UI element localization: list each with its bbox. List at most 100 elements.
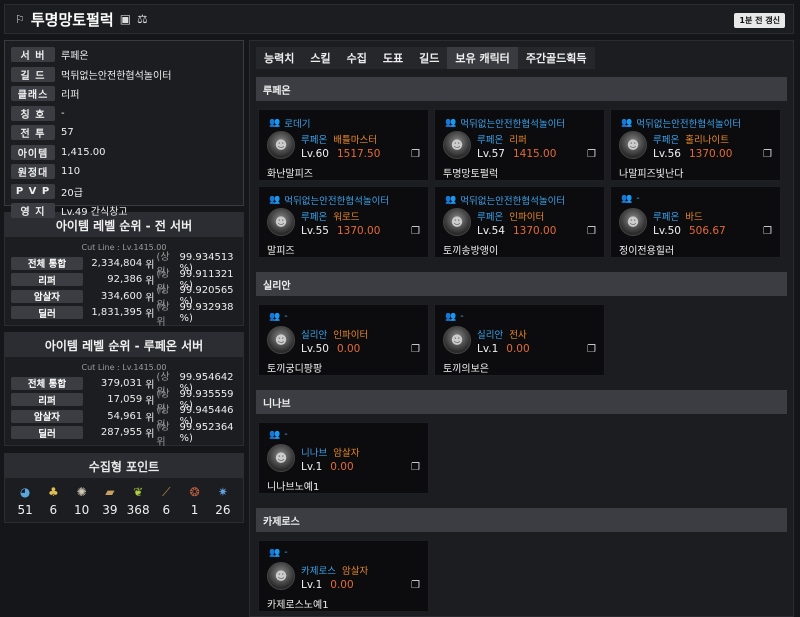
collect-value: 26 — [215, 503, 231, 517]
copy-icon[interactable]: ❐ — [411, 226, 420, 237]
class-name: 바드 — [685, 212, 703, 223]
rank-unit: 위 — [145, 429, 155, 441]
character-card[interactable]: 👥 먹뒤없는안전한협석놀이터 ☻ 루페온 인파이터 Lv.54 1370.00 ❐ 토끼송방앵이 — [434, 186, 605, 258]
character-card[interactable]: 👥 로데기 ☻ 루페온 배틀마스터 Lv.60 1517.50 ❐ 화난말피즈 — [258, 109, 429, 181]
collect-item[interactable]: ❂ 1 — [182, 484, 208, 517]
bookmark-icon[interactable]: ⚐ — [15, 13, 25, 26]
avatar: ☻ — [619, 131, 647, 159]
collect-item[interactable]: ◕ 51 — [12, 484, 38, 517]
info-label: 칭 호 — [11, 105, 55, 121]
rank-label: 리퍼 — [11, 393, 83, 407]
character-name: 토끼의보은 — [443, 364, 489, 375]
card-guild: 👥 - — [445, 311, 464, 322]
collect-item[interactable]: ❦ 368 — [125, 484, 151, 517]
server-section-header: 니나브 — [256, 390, 787, 414]
copy-icon[interactable]: ❐ — [763, 149, 772, 160]
rank-number: 287,955 — [100, 427, 143, 439]
class-name: 전사 — [509, 330, 527, 341]
card-guild: 👥 먹뒤없는안전한협석놀이터 — [445, 193, 565, 207]
info-label: 클래스 — [11, 86, 55, 102]
character-card[interactable]: 👥 - ☻ 실리안 전사 Lv.1 0.00 ❐ 토끼의보은 — [434, 304, 605, 376]
info-row: 원정대 110 — [11, 162, 237, 182]
copy-icon[interactable]: ❐ — [763, 226, 772, 237]
char-level: Lv.1 — [477, 343, 499, 355]
collect-value: 6 — [49, 503, 58, 517]
server-name: 루페온 — [653, 212, 680, 223]
tab-3[interactable]: 도표 — [374, 47, 412, 69]
info-value: 110 — [61, 166, 81, 178]
collection-points: 수집형 포인트 ◕ 51 ♣ 6 ✺ 10 ▰ 39 ❦ 368 ⟋ 6 ❂ 1 ✷ 26 — [4, 453, 244, 523]
character-card[interactable]: 👥 먹뒤없는안전한협석놀이터 ☻ 루페온 홀리나이트 Lv.56 1370.00 ❐ 나말피즈빛… — [610, 109, 781, 181]
rank-title: 아이템 레벨 순위 - 루페온 서버 — [5, 333, 243, 357]
character-card[interactable]: 👥 - ☻ 실리안 인파이터 Lv.50 0.00 ❐ 토끼궁디팡팡 — [258, 304, 429, 376]
copy-icon[interactable]: ❐ — [411, 344, 420, 355]
server-section-header: 카제로스 — [256, 508, 787, 532]
rank-number: 379,031 — [100, 377, 143, 389]
item-level: 0.00 — [330, 579, 354, 591]
character-name: 니나브노예1 — [267, 482, 320, 493]
character-card[interactable]: 👥 - ☻ 루페온 바드 Lv.50 506.67 ❐ 정이전용힐러 — [610, 186, 781, 258]
info-label: P V P — [11, 183, 55, 199]
tab-2[interactable]: 수집 — [338, 47, 375, 69]
item-level: 1517.50 — [336, 148, 381, 160]
server-name: 루페온 — [301, 212, 328, 223]
collect-item[interactable]: ▰ 39 — [97, 484, 123, 517]
server-section-header: 루페온 — [256, 77, 787, 101]
card-guild: 👥 먹뒤없는안전한협석놀이터 — [621, 116, 741, 130]
character-card[interactable]: 👥 먹뒤없는안전한협석놀이터 ☻ 루페온 리퍼 Lv.57 1415.00 ❐ 투명망토펄럭 — [434, 109, 605, 181]
character-card[interactable]: 👥 먹뒤없는안전한협석놀이터 ☻ 루페온 워로드 Lv.55 1370.00 ❐ 말피즈 — [258, 186, 429, 258]
tab-1[interactable]: 스킬 — [302, 47, 339, 69]
card-server: 니나브 암살자 — [301, 445, 359, 459]
scale-icon[interactable]: ⚖ — [137, 12, 148, 26]
character-name: 나말피즈빛난다 — [619, 169, 684, 180]
tab-6[interactable]: 주간골드획득 — [517, 47, 595, 69]
refresh-button[interactable]: 1분 전 갱신 — [734, 13, 785, 28]
people-icon: 👥 — [445, 195, 457, 205]
card-guild: 👥 먹뒤없는안전한협석놀이터 — [445, 116, 565, 130]
copy-icon[interactable]: ❐ — [411, 462, 420, 473]
rank-unit: 위 — [145, 396, 155, 408]
id-card-icon[interactable]: ▣ — [120, 12, 131, 26]
card-guild: 👥 - — [269, 311, 288, 322]
info-label: 서 버 — [11, 47, 55, 63]
rank-number: 17,059 — [107, 394, 143, 406]
people-icon: 👥 — [269, 429, 281, 440]
rank-all-server: 아이템 레벨 순위 - 전 서버 Cut Line : Lv.1415.00 전체 … — [4, 212, 244, 328]
character-name: 화난말피즈 — [267, 169, 313, 180]
character-name: 토끼궁디팡팡 — [267, 364, 323, 375]
info-label: 아이템 — [11, 144, 55, 160]
copy-icon[interactable]: ❐ — [587, 149, 596, 160]
copy-icon[interactable]: ❐ — [587, 344, 596, 355]
rank-server: 아이템 레벨 순위 - 루페온 서버 Cut Line : Lv.1415.00 전… — [4, 332, 244, 448]
tab-0[interactable]: 능력치 — [256, 47, 303, 69]
star-icon: ✷ — [217, 485, 228, 499]
collect-item[interactable]: ⟋ 6 — [153, 484, 179, 517]
tab-5[interactable]: 보유 캐릭터 — [447, 47, 518, 69]
guild-name: 먹뒤없는안전한협석놀이터 — [460, 119, 566, 130]
info-value: 리퍼 — [61, 90, 80, 102]
class-name: 홀리나이트 — [685, 135, 729, 146]
copy-icon[interactable]: ❐ — [587, 226, 596, 237]
rank-top-label: (상위 — [156, 421, 170, 448]
character-card[interactable]: 👥 - ☻ 니나브 암살자 Lv.1 0.00 ❐ 니나브노예1 — [258, 422, 429, 494]
rank-label: 암살자 — [11, 409, 83, 423]
rank-number: 54,961 — [107, 410, 143, 422]
info-label: 영 지 — [11, 203, 55, 219]
char-level: Lv.55 — [301, 225, 329, 237]
collect-item[interactable]: ✷ 26 — [210, 484, 236, 517]
tab-4[interactable]: 길드 — [411, 47, 448, 69]
copy-icon[interactable]: ❐ — [411, 580, 420, 591]
collect-item[interactable]: ♣ 6 — [40, 484, 66, 517]
leaf-icon: ❦ — [133, 485, 144, 499]
collect-item[interactable]: ✺ 10 — [69, 484, 95, 517]
class-name: 암살자 — [341, 566, 369, 577]
avatar: ☻ — [267, 562, 295, 590]
info-label: 전 투 — [11, 125, 55, 141]
character-card[interactable]: 👥 - ☻ 카제로스 암살자 Lv.1 0.00 ❐ 카제로스노예1 — [258, 540, 429, 612]
rank-label: 리퍼 — [11, 273, 83, 287]
card-server: 실리안 전사 — [477, 327, 527, 341]
guild-name: - — [636, 193, 640, 204]
avatar: ☻ — [443, 131, 471, 159]
guild-name: - — [460, 311, 464, 322]
copy-icon[interactable]: ❐ — [411, 149, 420, 160]
